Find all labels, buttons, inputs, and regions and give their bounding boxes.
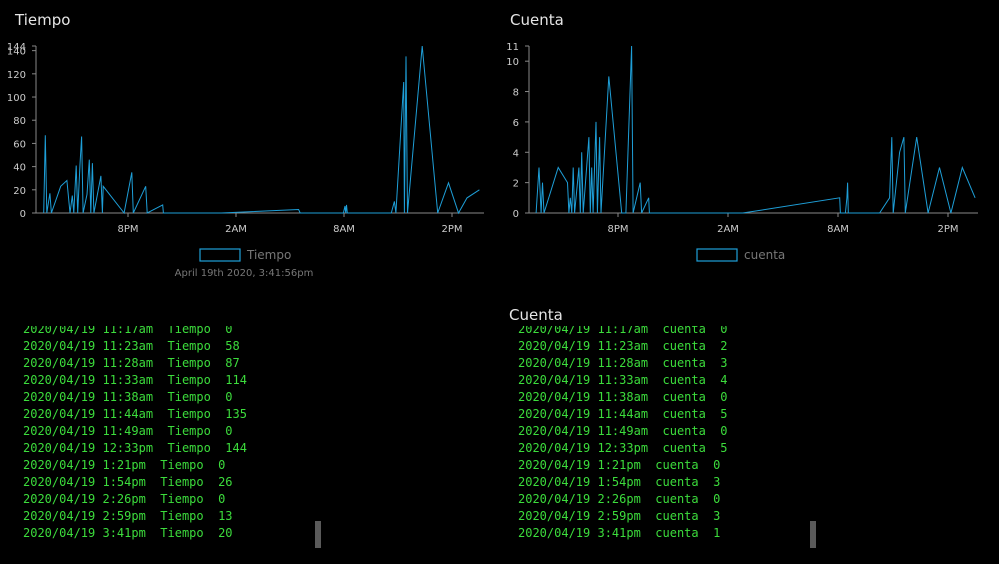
cuenta-log-line: 2020/04/19 1:54pm cuenta 3 [518,475,721,489]
cuenta-log-line: 2020/04/19 11:44am cuenta 5 [518,407,728,421]
tiempo-y-tick-label: 80 [13,116,26,127]
cuenta-log-line: 2020/04/19 11:49am cuenta 0 [518,424,728,438]
cuenta-log-line: 2020/04/19 12:33pm cuenta 5 [518,441,728,455]
tiempo-x-tick-label: 2AM [225,224,247,235]
tiempo-legend-label: Tiempo [246,248,291,262]
cuenta-log-line: 2020/04/19 11:28am cuenta 3 [518,356,728,370]
tiempo-y-tick-label: 0 [20,209,26,220]
tiempo-log-line: 2020/04/19 11:44am Tiempo 135 [23,407,247,421]
cuenta-log-line: 2020/04/19 11:33am cuenta 4 [518,373,728,387]
cuenta-log-line: 2020/04/19 3:41pm cuenta 1 [518,526,721,540]
cuenta-log-line: 2020/04/19 11:17am cuenta 0 [518,326,728,336]
tiempo-log-line: 2020/04/19 11:33am Tiempo 114 [23,373,247,387]
tiempo-y-tick-label: 60 [13,139,26,150]
tiempo-y-tick-label: 20 [13,186,26,197]
tiempo-log[interactable]: 2020/04/19 11:17am Tiempo 0 2020/04/19 11… [23,326,323,550]
tiempo-log-line: 2020/04/19 11:38am Tiempo 0 [23,390,233,404]
tiempo-y-tick-label: 120 [7,70,26,81]
tiempo-log-line: 2020/04/19 3:41pm Tiempo 20 [23,526,233,540]
cuenta-log[interactable]: 2020/04/19 11:17am cuenta 0 2020/04/19 11… [518,326,818,550]
cuenta-log-line: 2020/04/19 1:21pm cuenta 0 [518,458,721,472]
tiempo-log-line: 2020/04/19 11:28am Tiempo 87 [23,356,240,370]
tiempo-log-line: 2020/04/19 12:33pm Tiempo 144 [23,441,247,455]
tiempo-legend-swatch [199,248,241,262]
tiempo-log-line: 2020/04/19 2:59pm Tiempo 13 [23,509,233,523]
cuenta-log-title: Cuenta [509,306,563,324]
cuenta-log-line: 2020/04/19 11:23am cuenta 2 [518,339,728,353]
tiempo-log-line: 2020/04/19 2:26pm Tiempo 0 [23,492,226,506]
tiempo-series-line [43,45,480,215]
tiempo-chart: 0204060801001201401448PM 2AM 8AM 2PMTiempoA… [7,42,484,279]
cuenta-log-line: 2020/04/19 2:59pm cuenta 3 [518,509,721,523]
tiempo-y-tick-label: 100 [7,93,26,104]
tiempo-log-scrollbar[interactable] [315,521,321,548]
cuenta-log-line: 2020/04/19 11:38am cuenta 0 [518,390,728,404]
tiempo-log-line: 2020/04/19 11:49am Tiempo 0 [23,424,233,438]
tiempo-x-tick-label: 8AM [333,224,355,235]
tiempo-log-line: 2020/04/19 1:54pm Tiempo 26 [23,475,233,489]
tiempo-x-tick-label: 8PM [117,224,138,235]
cuenta-log-line: 2020/04/19 2:26pm cuenta 0 [518,492,721,506]
cuenta-log-scrollbar[interactable] [810,521,816,548]
tiempo-x-tick-label: 2PM [441,224,462,235]
tiempo-log-line: 2020/04/19 11:17am Tiempo 0 [23,326,233,336]
tiempo-y-tick-label: 144 [7,42,26,53]
tiempo-log-line: 2020/04/19 11:23am Tiempo 58 [23,339,240,353]
chart-timestamp: April 19th 2020, 3:41:56pm [175,268,314,279]
tiempo-y-tick-label: 40 [13,163,26,174]
tiempo-log-line: 2020/04/19 1:21pm Tiempo 0 [23,458,226,472]
